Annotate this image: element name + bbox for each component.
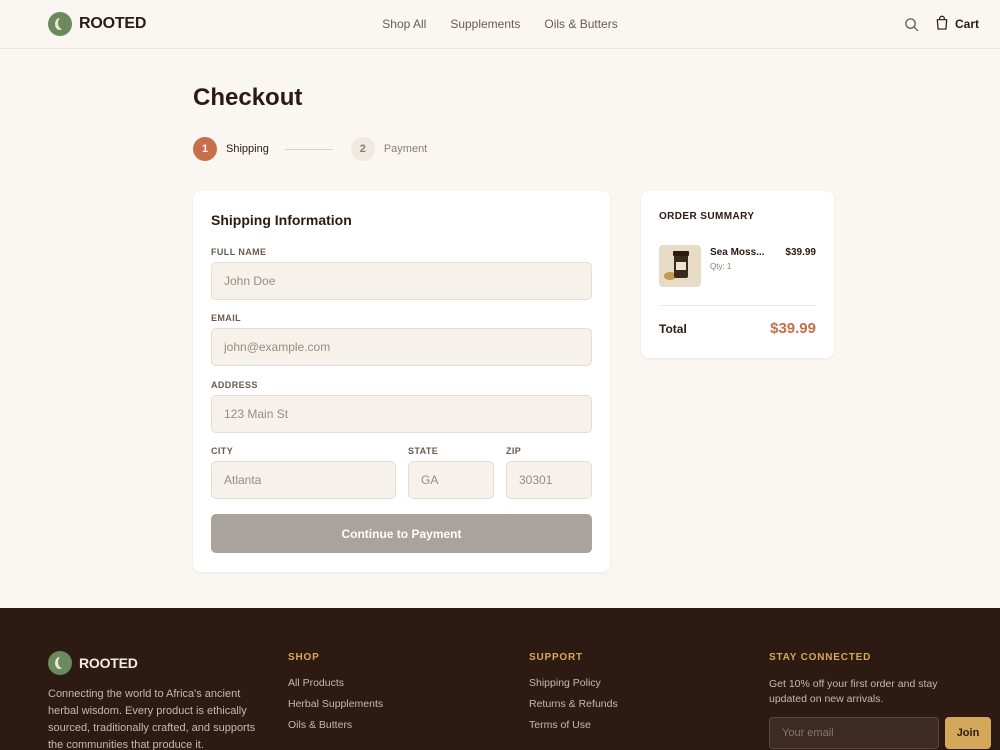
footer-link-herbal-supplements[interactable]: Herbal Supplements xyxy=(288,698,383,710)
footer-shop-title: SHOP xyxy=(288,652,320,663)
newsletter-text: Get 10% off your first order and stay up… xyxy=(769,678,938,705)
zip-label: ZIP xyxy=(506,446,522,456)
footer-link-terms-of-use[interactable]: Terms of Use xyxy=(529,719,618,731)
step-1-label: Shipping xyxy=(226,143,269,155)
product-thumbnail[interactable] xyxy=(659,245,701,287)
site-footer: ROOTED Connecting the world to Africa's … xyxy=(0,608,1000,750)
summary-divider xyxy=(659,305,816,306)
footer-brand-name: ROOTED xyxy=(79,655,138,671)
footer-link-shipping-policy[interactable]: Shipping Policy xyxy=(529,677,618,689)
footer-description: Connecting the world to Africa's ancient… xyxy=(48,688,256,750)
leaf-logo-icon xyxy=(48,12,72,36)
nav-oils-butters[interactable]: Oils & Butters xyxy=(544,17,617,31)
continue-to-payment-button[interactable]: Continue to Payment xyxy=(211,514,592,553)
brand-name: ROOTED xyxy=(79,15,147,32)
state-label: STATE xyxy=(408,446,439,456)
shipping-title: Shipping Information xyxy=(211,212,352,228)
footer-shop-column: SHOP All Products Herbal Supplements Oil… xyxy=(288,652,383,740)
newsletter-title: STAY CONNECTED xyxy=(769,652,872,663)
cart-button[interactable]: Cart xyxy=(935,15,979,33)
total-value: $39.99 xyxy=(770,320,816,337)
step-2-label: Payment xyxy=(383,143,428,155)
step-2-number: 2 xyxy=(350,137,375,161)
item-name: Sea Moss... xyxy=(710,247,765,258)
header-actions: Cart xyxy=(903,15,979,33)
nav-supplements[interactable]: Supplements xyxy=(450,17,520,31)
site-header: ROOTED Shop All Supplements Oils & Butte… xyxy=(0,0,1000,49)
brand-logo[interactable]: ROOTED xyxy=(48,12,146,36)
full-name-label: FULL NAME xyxy=(211,247,267,257)
order-summary-card: ORDER SUMMARY Sea Moss... Qty: 1 $39.99 … xyxy=(641,191,834,358)
footer-link-returns-refunds[interactable]: Returns & Refunds xyxy=(529,698,618,710)
email-input[interactable] xyxy=(211,328,592,366)
city-input[interactable] xyxy=(211,461,396,499)
shipping-form-card: Shipping Information FULL NAME EMAIL ADD… xyxy=(193,191,610,572)
search-icon[interactable] xyxy=(903,15,921,33)
address-input[interactable] xyxy=(211,395,592,433)
item-price: $39.99 xyxy=(785,247,816,258)
footer-support-column: SUPPORT Shipping Policy Returns & Refund… xyxy=(529,652,618,740)
newsletter-email-input[interactable] xyxy=(769,717,939,749)
zip-input[interactable] xyxy=(506,461,592,499)
footer-link-all-products[interactable]: All Products xyxy=(288,677,383,689)
address-label: ADDRESS xyxy=(211,380,258,390)
product-jar-image xyxy=(673,251,689,278)
page-title: Checkout xyxy=(193,84,303,111)
cart-label: Cart xyxy=(954,17,979,31)
step-1-number: 1 xyxy=(193,137,217,161)
shopping-bag-icon xyxy=(935,15,949,33)
checkout-steps: 1 Shipping 2 Payment xyxy=(193,137,427,161)
footer-support-title: SUPPORT xyxy=(529,652,583,663)
item-qty: Qty: 1 xyxy=(710,262,732,271)
footer-brand-logo[interactable]: ROOTED xyxy=(48,651,138,675)
city-label: CITY xyxy=(211,446,234,456)
state-input[interactable] xyxy=(408,461,494,499)
footer-link-oils-butters[interactable]: Oils & Butters xyxy=(288,719,383,731)
newsletter-join-button[interactable]: Join xyxy=(945,717,991,749)
total-label: Total xyxy=(659,322,687,336)
email-label: EMAIL xyxy=(211,313,241,323)
step-connector xyxy=(284,148,333,150)
footer-newsletter: STAY CONNECTED Get 10% off your first or… xyxy=(769,652,969,707)
leaf-logo-icon xyxy=(48,651,72,675)
main-nav: Shop All Supplements Oils & Butters xyxy=(0,17,1000,31)
order-summary-title: ORDER SUMMARY xyxy=(659,211,755,222)
nav-shop-all[interactable]: Shop All xyxy=(382,17,426,31)
full-name-input[interactable] xyxy=(211,262,592,300)
